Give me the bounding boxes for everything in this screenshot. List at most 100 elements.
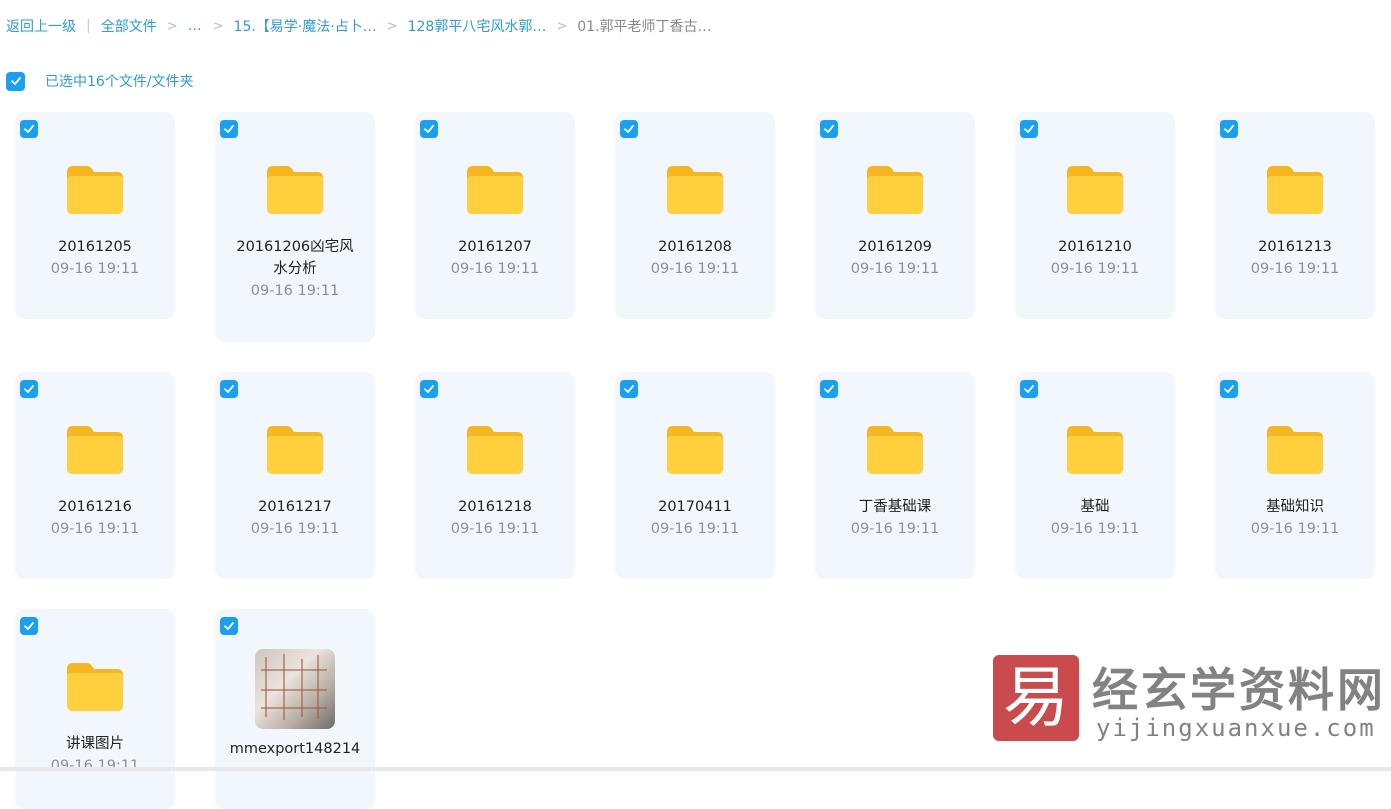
check-icon — [224, 385, 234, 393]
file-modified-time: 09-16 19:11 — [650, 261, 740, 277]
file-name: 丁香基础课 — [858, 499, 932, 515]
folder-icon — [1265, 422, 1325, 480]
file-modified-time: 09-16 19:11 — [850, 261, 940, 277]
check-icon — [24, 622, 34, 630]
image-thumbnail — [255, 649, 335, 729]
file-name: 20161210 — [1058, 239, 1132, 255]
check-icon — [424, 385, 434, 393]
file-checkbox[interactable] — [220, 120, 238, 138]
file-checkbox[interactable] — [1020, 380, 1038, 398]
folder-icon — [1065, 162, 1125, 220]
file-checkbox[interactable] — [20, 120, 38, 138]
file-checkbox[interactable] — [20, 617, 38, 635]
file-modified-time: 09-16 19:11 — [250, 283, 340, 299]
folder-card[interactable]: 丁香基础课 09-16 19:11 — [815, 372, 975, 579]
check-icon — [24, 125, 34, 133]
file-name: mmexport148214 — [229, 741, 361, 757]
file-name: 20161218 — [458, 499, 532, 515]
file-name: 20170411 — [658, 499, 732, 515]
folder-card[interactable]: 基础知识 09-16 19:11 — [1215, 372, 1375, 579]
folder-icon — [865, 422, 925, 480]
watermark-url: yijingxuanxue.com — [1096, 714, 1376, 742]
file-modified-time: 09-16 19:11 — [50, 261, 140, 277]
file-modified-time: 09-16 19:11 — [450, 261, 540, 277]
folder-icon — [665, 422, 725, 480]
file-checkbox[interactable] — [1220, 380, 1238, 398]
file-modified-time: 09-16 19:11 — [1050, 261, 1140, 277]
check-icon — [824, 125, 834, 133]
file-checkbox[interactable] — [820, 120, 838, 138]
folder-card[interactable]: 20161218 09-16 19:11 — [415, 372, 575, 579]
check-icon — [1024, 125, 1034, 133]
file-checkbox[interactable] — [820, 380, 838, 398]
check-icon — [1224, 125, 1234, 133]
folder-icon — [665, 162, 725, 220]
folder-icon — [65, 162, 125, 220]
file-name: 20161213 — [1258, 239, 1332, 255]
folder-icon — [465, 422, 525, 480]
file-name: 20161207 — [458, 239, 532, 255]
file-modified-time: 09-16 19:11 — [1050, 521, 1140, 537]
check-icon — [424, 125, 434, 133]
watermark-logo-char: 易 — [1003, 659, 1069, 736]
file-modified-time: 09-16 19:11 — [50, 758, 140, 774]
image-file-card[interactable]: mmexport148214 — [215, 609, 375, 809]
file-checkbox[interactable] — [1220, 120, 1238, 138]
horizontal-scrollbar[interactable] — [0, 767, 1391, 771]
file-checkbox[interactable] — [620, 380, 638, 398]
check-icon — [824, 385, 834, 393]
check-icon — [224, 125, 234, 133]
check-icon — [1024, 385, 1034, 393]
folder-card[interactable]: 20161208 09-16 19:11 — [615, 112, 775, 319]
file-name: 20161205 — [58, 239, 132, 255]
folder-card[interactable]: 20161206凶宅风水分析 09-16 19:11 — [215, 112, 375, 342]
file-name: 基础知识 — [1266, 499, 1324, 515]
file-name: 20161216 — [58, 499, 132, 515]
file-name: 基础 — [1080, 499, 1110, 515]
folder-card[interactable]: 20161205 09-16 19:11 — [15, 112, 175, 319]
folder-card[interactable]: 20161217 09-16 19:11 — [215, 372, 375, 579]
check-icon — [624, 125, 634, 133]
folder-card[interactable]: 讲课图片 09-16 19:11 — [15, 609, 175, 809]
file-checkbox[interactable] — [420, 120, 438, 138]
file-modified-time: 09-16 19:11 — [450, 521, 540, 537]
watermark-title: 经玄学资料网 — [1092, 663, 1386, 717]
check-icon — [224, 622, 234, 630]
folder-card[interactable]: 20161210 09-16 19:11 — [1015, 112, 1175, 319]
file-modified-time: 09-16 19:11 — [1250, 261, 1340, 277]
folder-icon — [1065, 422, 1125, 480]
file-name: 20161209 — [858, 239, 932, 255]
folder-icon — [65, 422, 125, 480]
file-checkbox[interactable] — [420, 380, 438, 398]
folder-card[interactable]: 20161213 09-16 19:11 — [1215, 112, 1375, 319]
file-modified-time: 09-16 19:11 — [650, 521, 740, 537]
folder-icon — [65, 659, 125, 717]
folder-card[interactable]: 20161209 09-16 19:11 — [815, 112, 975, 319]
file-name: 20161208 — [658, 239, 732, 255]
file-modified-time: 09-16 19:11 — [850, 521, 940, 537]
file-modified-time: 09-16 19:11 — [50, 521, 140, 537]
watermark-logo: 易 — [993, 655, 1079, 741]
file-checkbox[interactable] — [1020, 120, 1038, 138]
file-modified-time: 09-16 19:11 — [1250, 521, 1340, 537]
file-checkbox[interactable] — [220, 380, 238, 398]
check-icon — [624, 385, 634, 393]
folder-icon — [265, 422, 325, 480]
folder-card[interactable]: 20170411 09-16 19:11 — [615, 372, 775, 579]
folder-icon — [265, 162, 325, 220]
file-name: 20161217 — [258, 499, 332, 515]
file-name: 讲课图片 — [66, 736, 124, 752]
check-icon — [24, 385, 34, 393]
file-modified-time: 09-16 19:11 — [250, 521, 340, 537]
folder-card[interactable]: 20161216 09-16 19:11 — [15, 372, 175, 579]
folder-card[interactable]: 20161207 09-16 19:11 — [415, 112, 575, 319]
file-checkbox[interactable] — [20, 380, 38, 398]
folder-icon — [465, 162, 525, 220]
folder-icon — [1265, 162, 1325, 220]
file-checkbox[interactable] — [220, 617, 238, 635]
check-icon — [1224, 385, 1234, 393]
folder-icon — [865, 162, 925, 220]
file-checkbox[interactable] — [620, 120, 638, 138]
file-name: 20161206凶宅风水分析 — [236, 239, 354, 277]
folder-card[interactable]: 基础 09-16 19:11 — [1015, 372, 1175, 579]
